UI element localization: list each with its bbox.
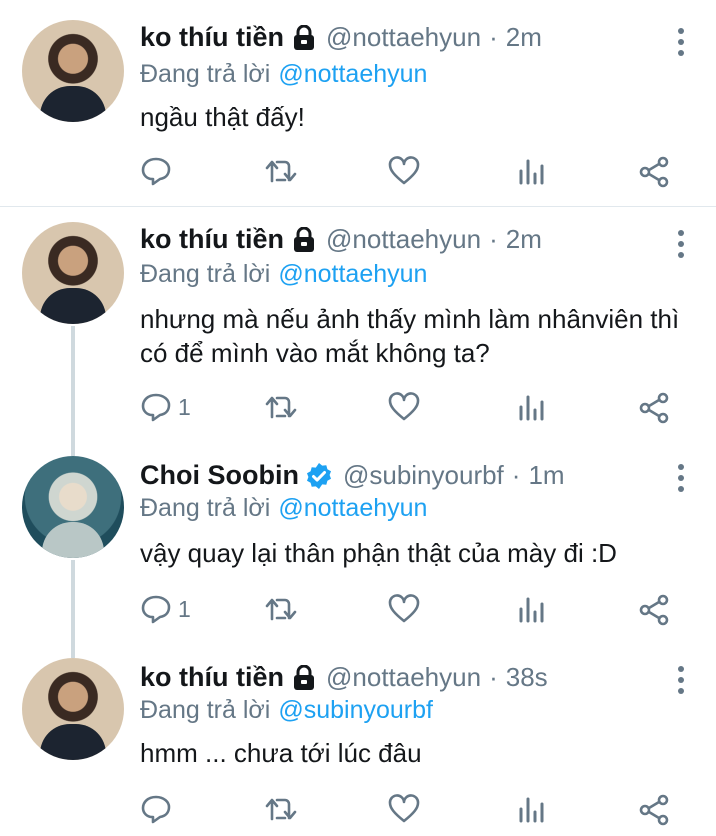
mention-link[interactable]: @nottaehyun [278, 60, 427, 88]
reply-count: 1 [178, 393, 191, 420]
tweet-text: vậy quay lại thân phận thật của mày đi :… [140, 538, 617, 568]
reply-count: 1 [178, 595, 191, 622]
heart-icon [388, 794, 420, 824]
reply-icon [140, 794, 172, 824]
avatar[interactable] [22, 456, 124, 558]
tweet-header: ko thíu tiền @nottaehyun · 2m [140, 22, 542, 53]
retweet-button[interactable] [264, 794, 298, 824]
share-button[interactable] [638, 594, 670, 626]
avatar[interactable] [22, 20, 124, 122]
replying-to-label: Đang trả lời [140, 696, 271, 724]
handle[interactable]: @subinyourbf [343, 460, 504, 491]
tweet[interactable]: Choi Soobin @subinyourbf · 1m Đang trả l… [0, 446, 716, 646]
mention-link[interactable]: @nottaehyun [278, 494, 427, 522]
handle[interactable]: @nottaehyun [326, 662, 481, 693]
like-button[interactable] [388, 794, 420, 824]
separator-dot: · [489, 662, 498, 692]
reply-icon [140, 156, 172, 186]
replying-to: Đang trả lời @nottaehyun [140, 494, 427, 523]
replying-to-label: Đang trả lời [140, 60, 271, 88]
avatar[interactable] [22, 222, 124, 324]
tweet-text: ngầu thật đấy! [140, 102, 305, 132]
tweet-text: hmm ... chưa tới lúc đâu [140, 738, 422, 768]
reply-button[interactable]: 1 [140, 392, 191, 422]
more-options-icon[interactable] [678, 666, 686, 694]
like-button[interactable] [388, 156, 420, 186]
lock-icon [292, 664, 316, 691]
tweet-header: ko thíu tiền @nottaehyun · 2m [140, 224, 542, 255]
tweet-actions [140, 156, 700, 188]
analytics-button[interactable] [516, 594, 546, 624]
analytics-icon [516, 392, 546, 422]
separator-dot: · [511, 460, 521, 490]
like-button[interactable] [388, 392, 420, 422]
reply-button[interactable] [140, 794, 178, 824]
share-icon [638, 392, 670, 424]
avatar[interactable] [22, 658, 124, 760]
analytics-button[interactable] [516, 156, 546, 186]
replying-to: Đang trả lời @subinyourbf [140, 696, 433, 725]
display-name[interactable]: ko thíu tiền [140, 224, 284, 255]
replying-to-label: Đang trả lời [140, 260, 271, 288]
tweet-header: Choi Soobin @subinyourbf · 1m [140, 460, 565, 491]
retweet-icon [264, 794, 298, 824]
display-name[interactable]: ko thíu tiền [140, 22, 284, 53]
reply-icon [140, 392, 172, 422]
timestamp[interactable]: 2m [506, 22, 542, 53]
timestamp[interactable]: 38s [506, 662, 548, 693]
divider [0, 206, 716, 207]
retweet-button[interactable] [264, 392, 298, 422]
analytics-icon [516, 156, 546, 186]
tweet[interactable]: ko thíu tiền @nottaehyun · 2m Đang trả l… [0, 0, 716, 205]
heart-icon [388, 156, 420, 186]
tweet-actions [140, 794, 700, 826]
replying-to: Đang trả lời @nottaehyun [140, 60, 427, 89]
retweet-button[interactable] [264, 156, 298, 186]
share-button[interactable] [638, 794, 670, 826]
display-name[interactable]: ko thíu tiền [140, 662, 284, 693]
analytics-icon [516, 794, 546, 824]
timestamp[interactable]: 1m [528, 460, 564, 491]
more-options-icon[interactable] [678, 464, 686, 492]
share-icon [638, 794, 670, 826]
reply-button[interactable] [140, 156, 178, 186]
mention-link[interactable]: @nottaehyun [278, 260, 427, 288]
tweet[interactable]: ko thíu tiền @nottaehyun · 2m Đang trả l… [0, 208, 716, 446]
tweet[interactable]: ko thíu tiền @nottaehyun · 38s Đang trả … [0, 648, 716, 836]
analytics-button[interactable] [516, 392, 546, 422]
verified-badge-icon [305, 462, 333, 490]
lock-icon [292, 226, 316, 253]
share-icon [638, 156, 670, 188]
tweet-header: ko thíu tiền @nottaehyun · 38s [140, 662, 548, 693]
heart-icon [388, 392, 420, 422]
analytics-button[interactable] [516, 794, 546, 824]
lock-icon [292, 24, 316, 51]
tweet-text: nhưng mà nếu ảnh thấy mình làm nhânviên … [140, 304, 680, 368]
tweet-actions: 1 [140, 392, 700, 424]
replying-to: Đang trả lời @nottaehyun [140, 260, 427, 289]
replying-to-label: Đang trả lời [140, 494, 271, 522]
handle[interactable]: @nottaehyun [326, 224, 481, 255]
analytics-icon [516, 594, 546, 624]
retweet-icon [264, 156, 298, 186]
retweet-icon [264, 392, 298, 422]
timestamp[interactable]: 2m [506, 224, 542, 255]
more-options-icon[interactable] [678, 28, 686, 56]
retweet-button[interactable] [264, 594, 298, 624]
mention-link[interactable]: @subinyourbf [278, 696, 433, 724]
share-button[interactable] [638, 392, 670, 424]
display-name[interactable]: Choi Soobin [140, 460, 299, 491]
heart-icon [388, 594, 420, 624]
more-options-icon[interactable] [678, 230, 686, 258]
share-icon [638, 594, 670, 626]
retweet-icon [264, 594, 298, 624]
tweet-actions: 1 [140, 594, 700, 626]
separator-dot: · [489, 224, 498, 254]
like-button[interactable] [388, 594, 420, 624]
reply-icon [140, 594, 172, 624]
share-button[interactable] [638, 156, 670, 188]
handle[interactable]: @nottaehyun [326, 22, 481, 53]
separator-dot: · [489, 22, 498, 52]
reply-button[interactable]: 1 [140, 594, 191, 624]
